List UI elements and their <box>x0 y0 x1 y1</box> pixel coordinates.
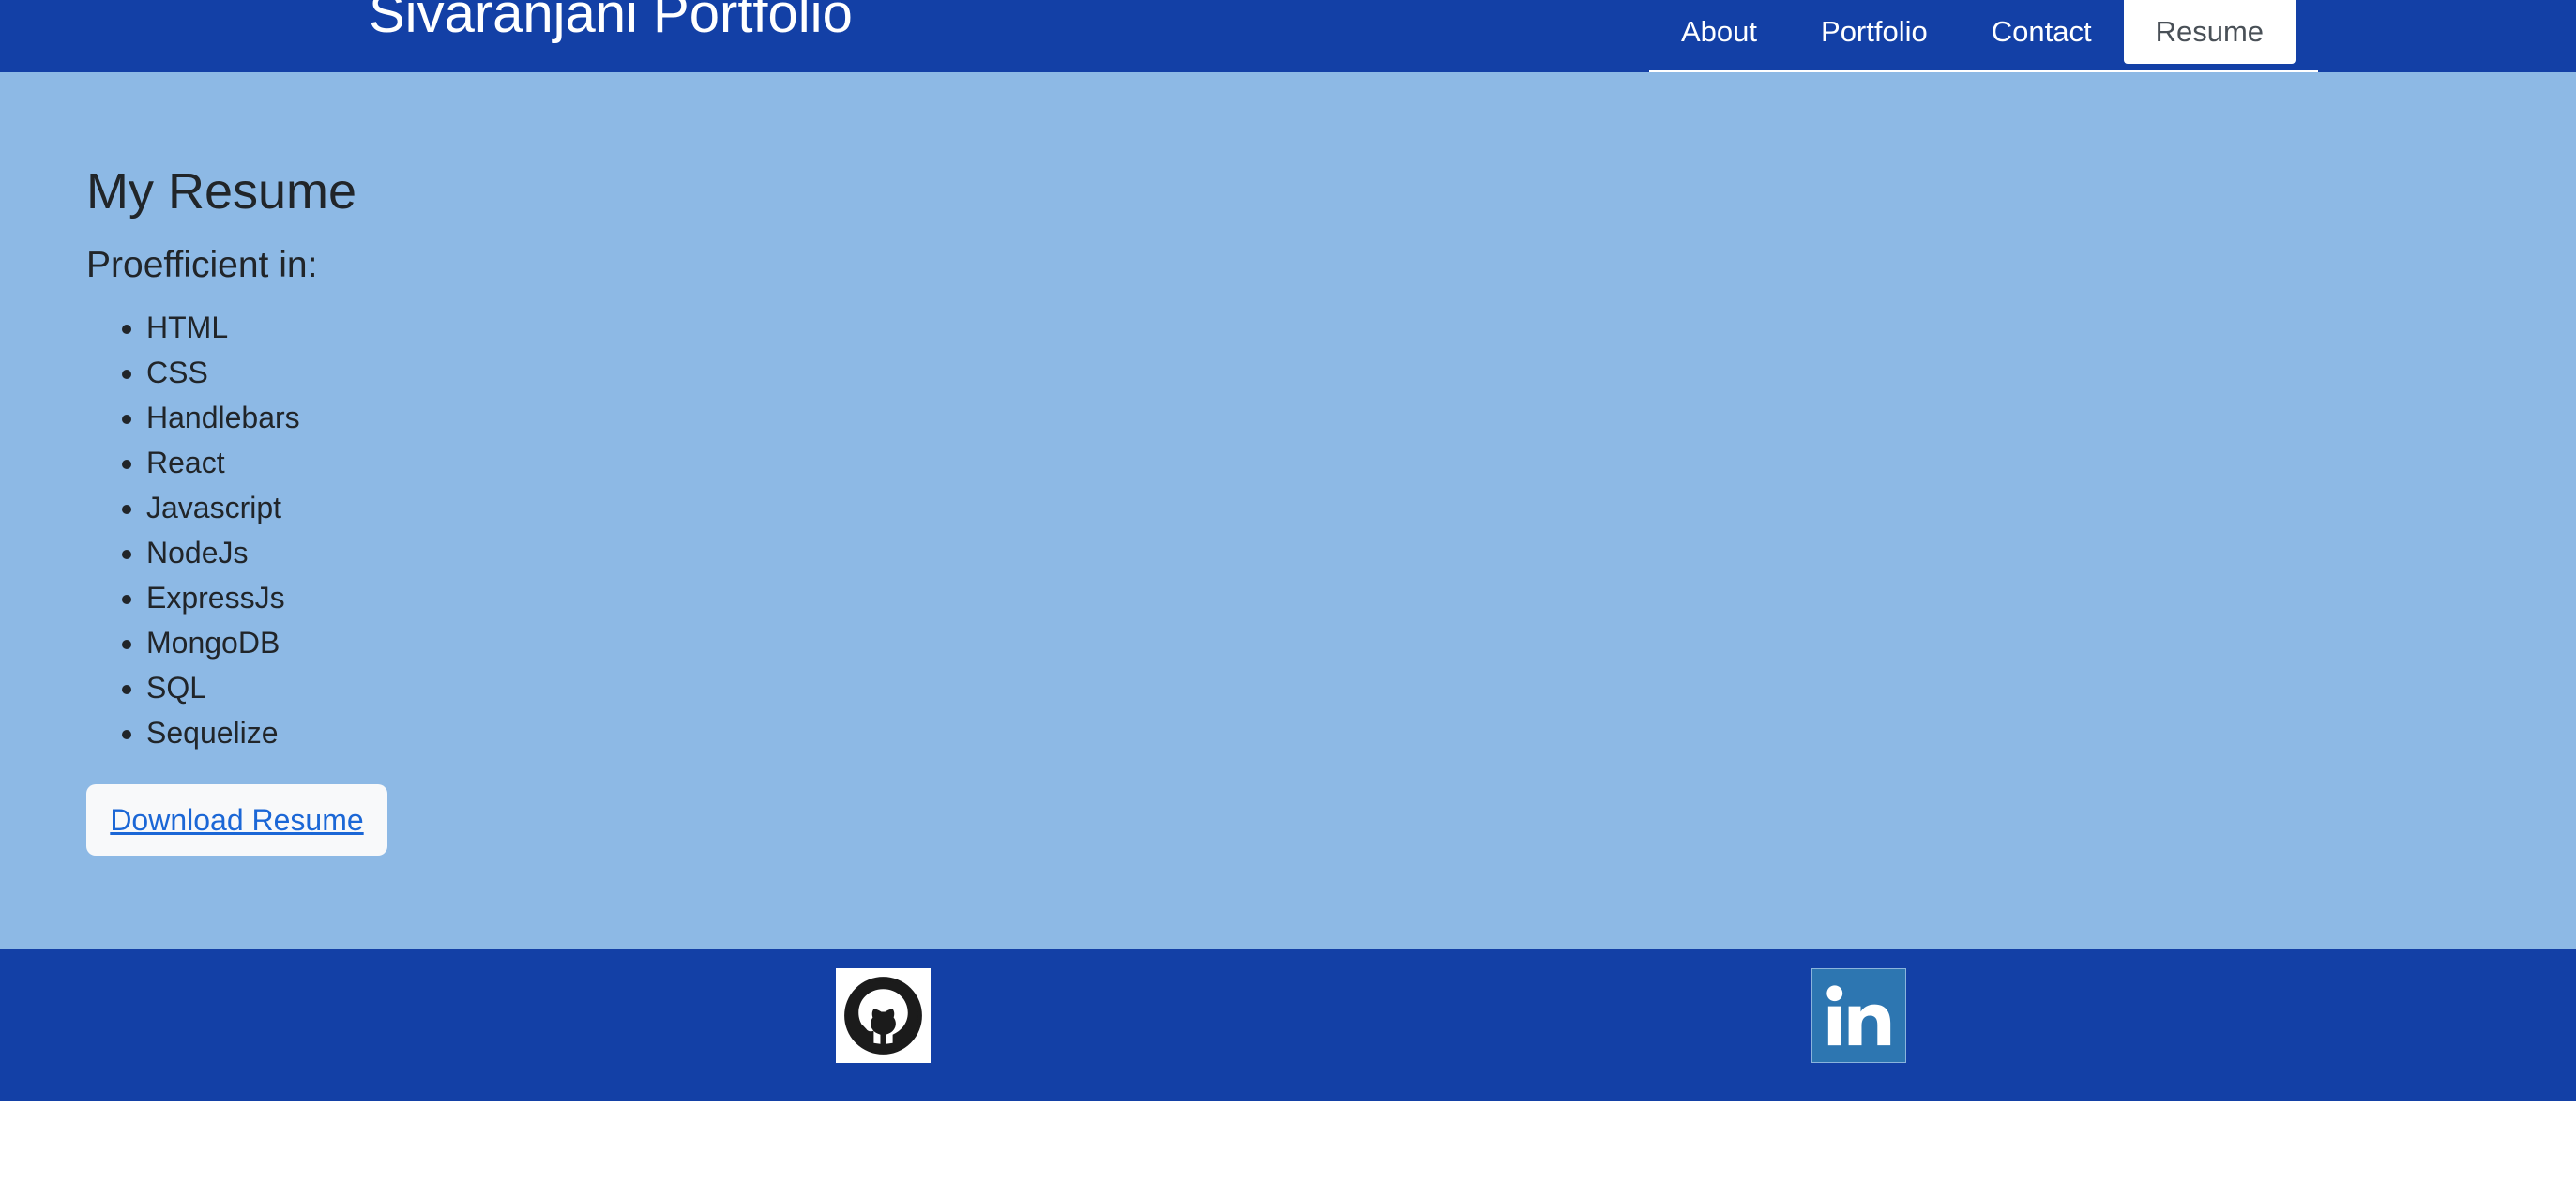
site-footer <box>0 949 2576 1101</box>
github-icon <box>844 977 922 1055</box>
nav-tabs: About Portfolio Contact Resume <box>1649 0 2318 72</box>
list-item: NodeJs <box>146 530 300 575</box>
site-title[interactable]: Sivaranjani Portfolio <box>369 0 853 41</box>
list-item: Handlebars <box>146 395 300 440</box>
page-bottom-area <box>0 1101 2576 1184</box>
download-resume-button[interactable]: Download Resume <box>86 784 387 856</box>
linkedin-icon <box>1826 985 1891 1046</box>
list-item: SQL <box>146 665 300 710</box>
linkedin-link[interactable] <box>1811 968 1906 1063</box>
list-item: CSS <box>146 350 300 395</box>
skills-heading: Proefficient in: <box>86 245 318 285</box>
nav-tab-resume[interactable]: Resume <box>2123 0 2296 64</box>
site-header: Sivaranjani Portfolio About Portfolio Co… <box>0 0 2576 72</box>
list-item: ExpressJs <box>146 575 300 620</box>
nav-tab-about[interactable]: About <box>1649 0 1789 64</box>
skills-list: HTML CSS Handlebars React Javascript Nod… <box>86 305 300 755</box>
nav-tab-contact[interactable]: Contact <box>1960 0 2124 64</box>
list-item: HTML <box>146 305 300 350</box>
nav-tab-portfolio[interactable]: Portfolio <box>1789 0 1960 64</box>
page-title: My Resume <box>86 163 357 220</box>
list-item: MongoDB <box>146 620 300 665</box>
list-item: Sequelize <box>146 710 300 755</box>
list-item: React <box>146 440 300 485</box>
github-link[interactable] <box>836 968 931 1063</box>
resume-section: My Resume Proefficient in: HTML CSS Hand… <box>0 72 2576 949</box>
list-item: Javascript <box>146 485 300 530</box>
